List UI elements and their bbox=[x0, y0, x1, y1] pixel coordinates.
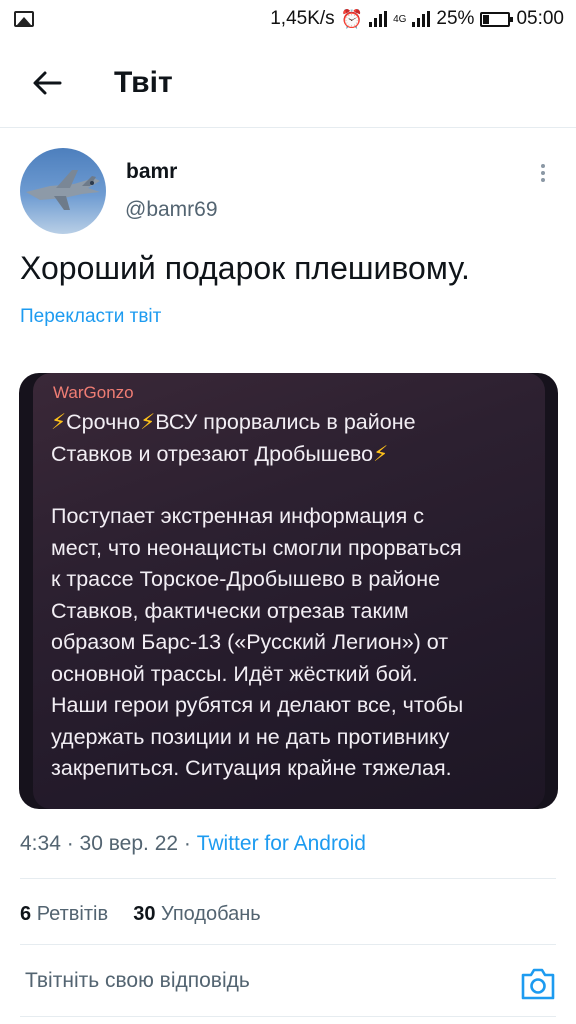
alarm-icon: ⏰ bbox=[340, 8, 364, 29]
message-body: Поступает экстренная информация с мест, … bbox=[51, 501, 525, 785]
message-line: образом Барс-13 («Русский Легион») от bbox=[51, 630, 449, 654]
tweet-source-link[interactable]: Twitter for Android bbox=[197, 832, 366, 855]
lightning-icon: ⚡ bbox=[373, 441, 389, 466]
tweet-stats: 6 Ретвітів 30 Уподобань bbox=[20, 903, 261, 926]
header: Твіт bbox=[0, 38, 576, 128]
tweet-time: 4:34 bbox=[20, 832, 61, 855]
network-speed: 1,45K/s bbox=[270, 8, 335, 29]
message-line: мест, что неонацисты смогли прорваться bbox=[51, 535, 462, 560]
likes-count: 30 bbox=[133, 903, 156, 925]
message-screenshot: WarGonzo ⚡Срочно⚡ВСУ прорвались в районе… bbox=[33, 373, 545, 809]
camera-icon bbox=[521, 968, 555, 1000]
reply-input[interactable]: Твітніть свою відповідь bbox=[25, 969, 250, 993]
message-line: Поступает экстренная информация с bbox=[51, 504, 425, 528]
tweet-date: 30 вер. 22 bbox=[79, 832, 179, 855]
display-name[interactable]: bamr bbox=[126, 160, 177, 184]
message-line: к трассе Торское-Дробышево в районе bbox=[51, 567, 441, 591]
likes-label: Уподобань bbox=[161, 903, 261, 925]
page-title: Твіт bbox=[114, 65, 173, 99]
more-vertical-icon bbox=[541, 164, 545, 182]
divider bbox=[20, 878, 556, 879]
retweets-count: 6 bbox=[20, 903, 32, 925]
lightning-icon: ⚡ bbox=[140, 410, 156, 434]
tweet-timestamp: 4:34 · 30 вер. 22 · Twitter for Android bbox=[20, 832, 366, 855]
signal-icon-2 bbox=[412, 11, 431, 27]
message-line: удержать позиции и не дать противнику bbox=[51, 724, 450, 749]
likes-link[interactable]: 30 Уподобань bbox=[133, 903, 261, 925]
arrow-left-icon bbox=[33, 71, 62, 94]
message-line: Ставков и отрезают Дробышево⚡ bbox=[51, 441, 389, 466]
tweet-media-image[interactable]: WarGonzo ⚡Срочно⚡ВСУ прорвались в районе… bbox=[19, 373, 558, 809]
divider bbox=[20, 1016, 556, 1017]
divider bbox=[20, 944, 556, 945]
signal-icon bbox=[369, 11, 388, 27]
status-bar: 1,45K/s ⏰ 4G 25% 05:00 bbox=[0, 0, 576, 38]
message-line: основной трассы. Идёт жёсткий бой. bbox=[51, 661, 418, 686]
user-handle[interactable]: @bamr69 bbox=[125, 198, 218, 222]
battery-icon bbox=[480, 11, 514, 27]
message-line: ⚡Срочно⚡ВСУ прорвались в районе bbox=[51, 410, 416, 434]
camera-button[interactable] bbox=[519, 966, 557, 1002]
retweets-link[interactable]: 6 Ретвітів bbox=[20, 903, 108, 925]
status-time: 05:00 bbox=[516, 8, 564, 29]
avatar[interactable] bbox=[20, 148, 106, 234]
message-headline: ⚡Срочно⚡ВСУ прорвались в районе Ставков … bbox=[51, 407, 525, 470]
message-line: закрепиться. Ситуация крайне тяжелая. bbox=[51, 756, 452, 780]
lightning-icon: ⚡ bbox=[51, 410, 67, 434]
retweets-label: Ретвітів bbox=[36, 903, 109, 925]
message-line: Ставков, фактически отрезав таким bbox=[51, 598, 409, 623]
message-sender: WarGonzo bbox=[53, 383, 134, 402]
more-options-button[interactable] bbox=[528, 158, 558, 188]
jet-image-icon bbox=[26, 170, 100, 210]
tweet-text: Хороший подарок плешивому. bbox=[20, 250, 470, 286]
battery-level: 25% bbox=[436, 8, 475, 29]
translate-tweet-link[interactable]: Перекласти твіт bbox=[20, 306, 161, 328]
gallery-notification-icon bbox=[14, 11, 34, 27]
message-line: Наши герои рубятся и делают все, чтобы bbox=[51, 693, 464, 717]
back-button[interactable] bbox=[22, 58, 72, 108]
network-type: 4G bbox=[393, 13, 407, 25]
